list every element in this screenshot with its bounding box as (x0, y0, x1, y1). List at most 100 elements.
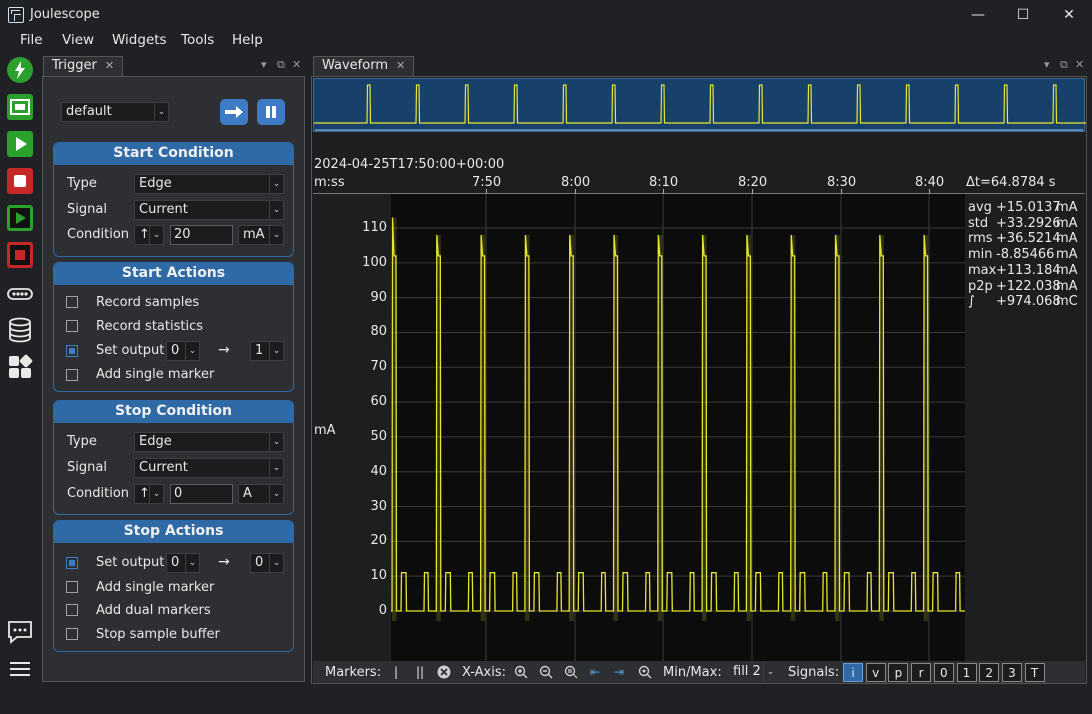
widgets-icon[interactable] (6, 353, 34, 381)
record-statistics-checkbox[interactable] (66, 320, 78, 332)
dock-menu-icon[interactable]: ▾ (261, 58, 267, 71)
overview-scrollbar[interactable] (315, 129, 1083, 131)
chevron-down-icon: ⌄ (269, 485, 283, 503)
preset-value: default (66, 104, 112, 119)
stop-icon[interactable] (6, 167, 34, 195)
stat-name: std (968, 215, 989, 231)
stop-unit-select[interactable]: A ⌄ (238, 484, 284, 504)
signal-button-r[interactable]: r (911, 663, 932, 682)
maximize-button[interactable]: ☐ (1000, 0, 1046, 30)
dock-float-icon[interactable]: ⧉ (1060, 58, 1068, 72)
stat-name: ∫ (968, 294, 975, 310)
stop-signal-label: Signal (67, 460, 107, 475)
play-icon[interactable] (6, 130, 34, 158)
stat-value: +15.0137 (996, 200, 1061, 215)
stop-actions-title: Stop Actions (54, 521, 293, 543)
plot-area[interactable] (391, 194, 967, 661)
signal-button-3[interactable]: 3 (1001, 663, 1022, 682)
stop-edge-select[interactable]: ↑ ⌄ (134, 484, 164, 504)
add-dual-markers-checkbox[interactable] (66, 604, 78, 616)
minimize-button[interactable]: — (955, 0, 1001, 30)
tab-trigger[interactable]: Trigger ✕ (43, 56, 124, 76)
signal-button-0[interactable]: 0 (933, 663, 954, 682)
stop-signal-select[interactable]: Current ⌄ (134, 458, 284, 478)
stop-add-single-marker-checkbox[interactable] (66, 581, 78, 593)
tool-rail (0, 52, 40, 714)
dual-marker-icon[interactable]: || (412, 664, 428, 680)
zoom-fit-icon[interactable] (563, 664, 579, 680)
start-output-from-select[interactable]: 0 ⌄ (166, 341, 200, 361)
dock-close-icon[interactable]: ✕ (292, 58, 301, 71)
delta-t-label: Δt=64.8784 s (966, 175, 1056, 190)
signal-button-v[interactable]: v (865, 663, 886, 682)
stop-set-output-checkbox[interactable] (66, 557, 78, 569)
menu-file[interactable]: File (20, 32, 43, 48)
database-icon[interactable] (6, 316, 34, 344)
start-type-select[interactable]: Edge ⌄ (134, 174, 284, 194)
close-tab-icon[interactable]: ✕ (105, 59, 114, 72)
stop-output-from-select[interactable]: 0 ⌄ (166, 553, 200, 573)
stop-type-select[interactable]: Edge ⌄ (134, 432, 284, 452)
minmax-label: Min/Max: (663, 665, 722, 680)
pause-button[interactable] (257, 99, 285, 125)
device-icon[interactable] (6, 93, 34, 121)
chat-icon[interactable] (6, 618, 34, 646)
stop-value-input[interactable]: 0 (170, 484, 233, 504)
pause-icon (266, 106, 276, 118)
preset-select[interactable]: default ⌄ (61, 102, 169, 122)
stop-record-icon[interactable] (6, 241, 34, 269)
dock-float-icon[interactable]: ⧉ (277, 58, 285, 72)
y-tick-label: 30 (370, 498, 387, 514)
y-tick-label: 70 (370, 359, 387, 375)
start-set-output-checkbox[interactable] (66, 345, 78, 357)
record-samples-checkbox[interactable] (66, 296, 78, 308)
stop-type-label: Type (67, 434, 97, 449)
close-tab-icon[interactable]: ✕ (396, 59, 405, 72)
x-tick-label: 8:10 (649, 175, 679, 190)
start-value-input[interactable]: 20 (170, 225, 233, 245)
chevron-down-icon: ⌄ (185, 554, 199, 572)
dock-close-icon[interactable]: ✕ (1075, 58, 1084, 71)
stat-unit: mA (1056, 231, 1078, 247)
menu-help[interactable]: Help (232, 32, 263, 48)
signal-button-i[interactable]: i (843, 663, 863, 682)
chevron-down-icon: ⌄ (269, 554, 283, 572)
waveform-overview[interactable] (313, 78, 1092, 132)
stat-unit: mA (1056, 278, 1078, 294)
start-edge-select[interactable]: ↑ ⌄ (134, 225, 164, 245)
jump-start-icon[interactable]: ⇤ (587, 664, 603, 680)
start-output-to-select[interactable]: 1 ⌄ (250, 341, 284, 361)
close-button[interactable]: ✕ (1046, 0, 1092, 30)
stop-add-single-marker-label: Add single marker (96, 580, 215, 595)
zoom-all-icon[interactable] (637, 664, 653, 680)
signal-button-p[interactable]: p (888, 663, 909, 682)
clear-markers-icon[interactable] (436, 664, 452, 680)
signal-button-1[interactable]: 1 (956, 663, 977, 682)
signal-button-T[interactable]: T (1024, 663, 1045, 682)
jump-end-icon[interactable]: ⇥ (611, 664, 627, 680)
stat-value: +974.068 (996, 294, 1061, 310)
zoom-in-icon[interactable] (513, 664, 529, 680)
dock-menu-icon[interactable]: ▾ (1044, 58, 1050, 71)
menu-widgets[interactable]: Widgets (112, 32, 167, 48)
play-record-icon[interactable] (6, 204, 34, 232)
single-trigger-button[interactable] (220, 99, 248, 125)
stat-name: rms (968, 231, 993, 247)
signal-button-2[interactable]: 2 (979, 663, 1000, 682)
menu-tools[interactable]: Tools (181, 32, 214, 48)
chevron-down-icon: ⌄ (149, 485, 163, 503)
start-signal-select[interactable]: Current ⌄ (134, 200, 284, 220)
hamburger-icon[interactable] (6, 655, 34, 683)
single-marker-icon[interactable]: | (388, 664, 404, 680)
power-icon[interactable] (6, 56, 34, 84)
dots-icon[interactable] (6, 280, 34, 308)
minmax-select[interactable]: fill 2 ⌄ (728, 662, 778, 682)
timestamp-label: 2024-04-25T17:50:00+00:00 (314, 157, 505, 172)
stop-output-to-select[interactable]: 0 ⌄ (250, 553, 284, 573)
menu-view[interactable]: View (62, 32, 94, 48)
zoom-out-icon[interactable] (538, 664, 554, 680)
tab-waveform[interactable]: Waveform ✕ (313, 56, 415, 76)
start-unit-select[interactable]: mA ⌄ (238, 225, 284, 245)
stop-sample-buffer-checkbox[interactable] (66, 628, 78, 640)
start-add-single-marker-checkbox[interactable] (66, 369, 78, 381)
